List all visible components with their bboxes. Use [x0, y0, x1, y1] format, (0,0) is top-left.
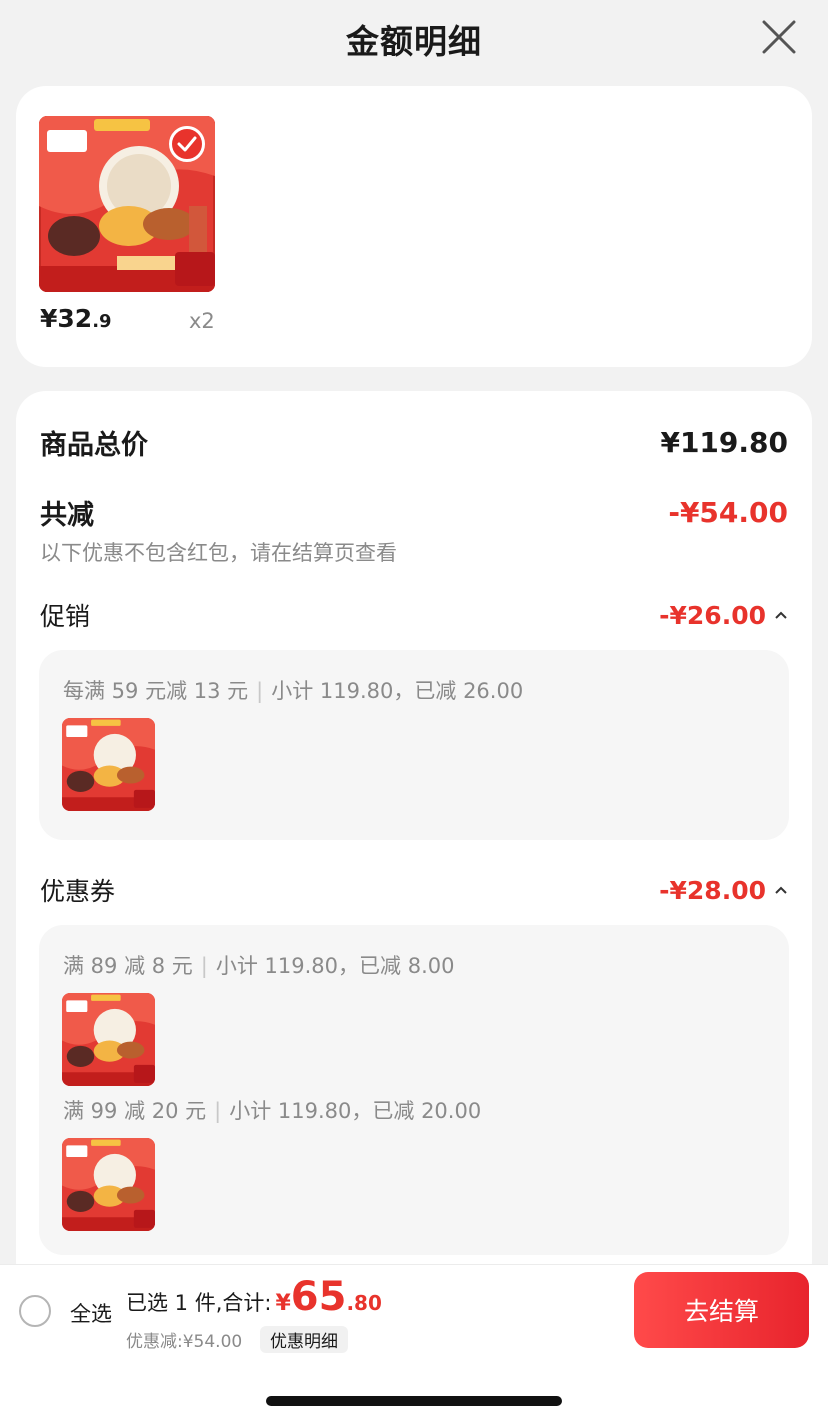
home-indicator-area [0, 1356, 828, 1422]
total-price-label: 商品总价 [40, 430, 148, 461]
coupon-product-image[interactable] [62, 1138, 155, 1231]
home-indicator[interactable] [266, 1396, 562, 1406]
total-price-row: 商品总价 ¥119.80 [40, 423, 788, 462]
product-quantity: x2 [189, 309, 215, 333]
total-reduce-value: -¥54.00 [668, 496, 788, 529]
coupon-value-wrap: -¥28.00 [659, 876, 788, 905]
total-reduce-label: 共减 [40, 500, 94, 531]
total-integer: 65 [290, 1274, 347, 1320]
product-price: ¥ 32 .9 [40, 304, 112, 333]
selected-check-icon [169, 126, 205, 162]
selected-total-label: 已选 1 件,合计: [126, 1291, 272, 1315]
promotion-product-image[interactable] [62, 718, 155, 811]
select-all-radio[interactable] [19, 1295, 51, 1327]
coupon-detail-box: 满 89 减 8 元 | 小计 119.80，已减 8.00 满 99 减 20 元… [39, 925, 789, 1255]
chevron-up-icon[interactable] [774, 610, 788, 620]
coupon-label: 优惠券 [40, 877, 116, 906]
promotion-label: 促销 [40, 602, 91, 631]
product-image[interactable] [39, 116, 215, 292]
modal-header: 金额明细 [0, 0, 828, 78]
promotion-detail-box: 每满 59 元减 13 元 | 小计 119.80，已减 26.00 [39, 650, 789, 840]
total-symbol: ¥ [275, 1291, 291, 1316]
page-title: 金额明细 [346, 22, 482, 61]
coupon-subtotal: 小计 119.80，已减 20.00 [229, 1099, 482, 1123]
total-reduce-row: 共减 -¥54.00 [40, 493, 788, 532]
promotion-subtotal: 小计 119.80，已减 26.00 [271, 679, 524, 703]
checkout-bar: 全选 已选 1 件,合计: ¥ 65 .80 优惠减:¥54.00 优惠明细 去… [0, 1264, 828, 1356]
discount-detail-link[interactable]: 优惠明细 [260, 1326, 348, 1353]
total-price-value: ¥119.80 [660, 426, 788, 459]
coupon-rule-line: 满 99 减 20 元 | 小计 119.80，已减 20.00 [63, 1099, 482, 1123]
coupon-rule-line: 满 89 减 8 元 | 小计 119.80，已减 8.00 [63, 954, 455, 978]
discount-amount: 优惠减:¥54.00 [126, 1332, 243, 1352]
price-integer: 32 [57, 304, 93, 333]
promotion-rule-line: 每满 59 元减 13 元 | 小计 119.80，已减 26.00 [63, 679, 524, 703]
promotion-row[interactable]: 促销 -¥26.00 [40, 597, 788, 633]
coupon-subtotal: 小计 119.80，已减 8.00 [215, 954, 455, 978]
close-icon[interactable] [760, 18, 798, 56]
promotion-value: -¥26.00 [659, 600, 766, 630]
coupon-product-image[interactable] [62, 993, 155, 1086]
price-symbol: ¥ [40, 304, 58, 333]
chevron-up-icon[interactable] [774, 885, 788, 895]
total-decimal: .80 [346, 1291, 382, 1315]
coupon-rule: 满 99 减 20 元 [63, 1099, 207, 1123]
promotion-value-wrap: -¥26.00 [659, 601, 788, 630]
price-detail-card: 商品总价 ¥119.80 共减 -¥54.00 以下优惠不包含红包，请在结算页查… [16, 391, 812, 1291]
total-summary: 已选 1 件,合计: ¥ 65 .80 [126, 1277, 382, 1317]
coupon-value: -¥28.00 [659, 875, 766, 905]
coupon-row[interactable]: 优惠券 -¥28.00 [40, 872, 788, 908]
coupon-rule: 满 89 减 8 元 [63, 954, 193, 978]
promotion-rule: 每满 59 元减 13 元 [63, 679, 249, 703]
select-all-label[interactable]: 全选 [70, 1298, 112, 1328]
checkout-button[interactable]: 去结算 [634, 1272, 809, 1348]
product-card: ¥ 32 .9 x2 [16, 86, 812, 367]
discount-hint: 以下优惠不包含红包，请在结算页查看 [40, 541, 397, 565]
price-decimal: .9 [92, 311, 112, 332]
